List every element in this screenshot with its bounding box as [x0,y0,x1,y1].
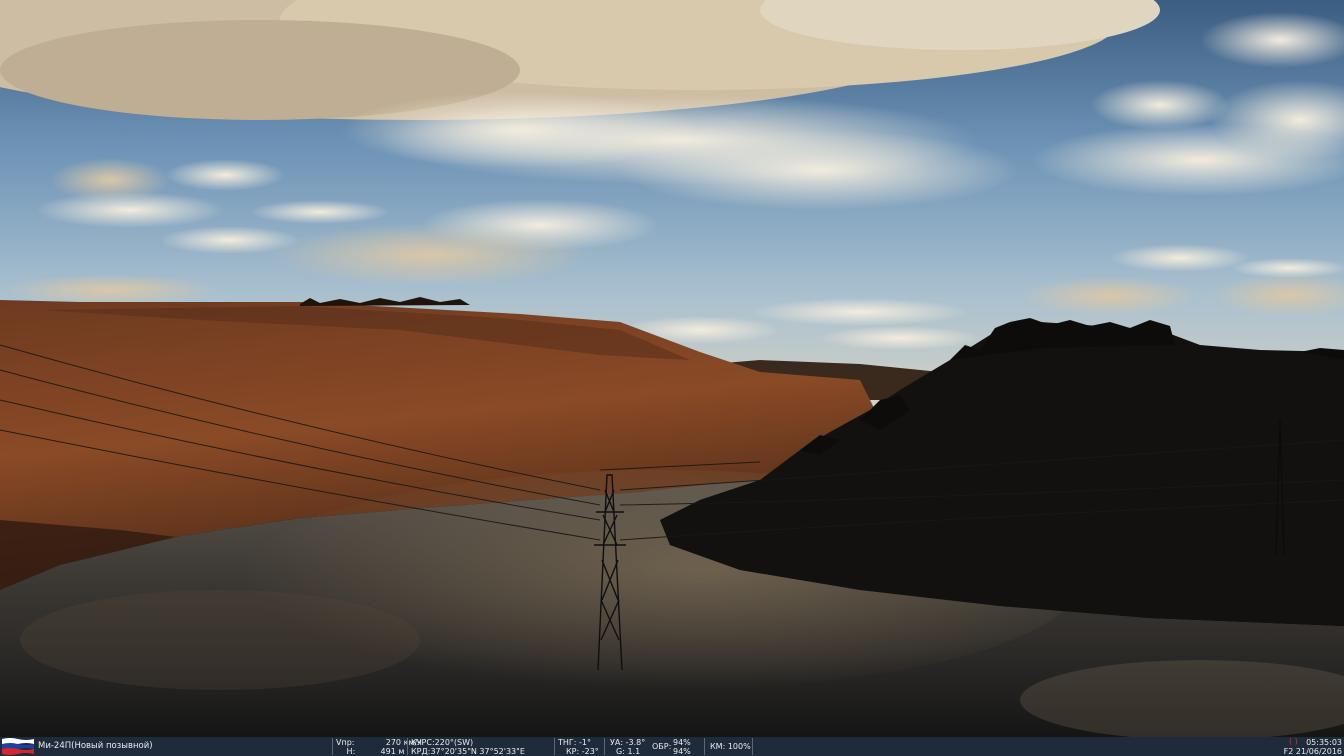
pitch-readout: ТНГ: -1° [558,738,591,747]
pitch-roll-block: ТНГ: -1° КР: -23° [558,738,599,756]
heading-coords-block: КУРС:220°(SW) КРД:37°20'35"N 37°52'33"E [411,738,525,756]
status-bar: Ми-24П(Новый позывной) Vпр: 270 км/ч Н: … [0,737,1344,756]
h-label: Н: [346,747,356,756]
hud-separator [554,738,555,755]
aoa-readout: УА: -3.8° [610,738,646,747]
unit-name: Ми-24П(Новый позывной) [38,741,153,751]
vpr-label: Vпр: [336,738,355,747]
roll-readout: КР: -23° [566,747,599,756]
hud-separator [752,738,753,755]
hud-separator [704,738,705,755]
date-readout: F2 21/06/2016 [1283,747,1342,756]
rpm-block: 94% 94% [673,738,691,756]
hud-separator [604,738,605,755]
rpm-engine-2: 94% [673,747,691,756]
aoa-g-block: УА: -3.8° G: 1.1 [610,738,645,756]
km-readout: КМ: 100% [710,742,751,751]
g-readout: G: 1.1 [616,747,641,756]
speed-altitude-block: Vпр: 270 км/ч Н: 491 м [336,738,422,756]
time-block: 05:35:03 F2 21/06/2016 [1280,738,1342,756]
russia-flag-icon [2,738,34,755]
h-unit: м [398,747,405,756]
hud-separator [332,738,333,755]
rpm-label: ОБР: [652,742,672,751]
time-readout: 05:35:03 [1306,738,1342,747]
game-viewport[interactable]: Ми-24П(Новый позывной) Vпр: 270 км/ч Н: … [0,0,1344,756]
vpr-value: 270 [385,738,402,747]
heading-readout: КУРС:220°(SW) [411,738,474,747]
h-value: 491 [380,747,396,756]
rpm-engine-1: 94% [673,738,691,747]
scene-3d-view[interactable] [0,0,1344,756]
coords-readout: КРД:37°20'35"N 37°52'33"E [411,747,525,756]
hud-separator [407,738,408,755]
